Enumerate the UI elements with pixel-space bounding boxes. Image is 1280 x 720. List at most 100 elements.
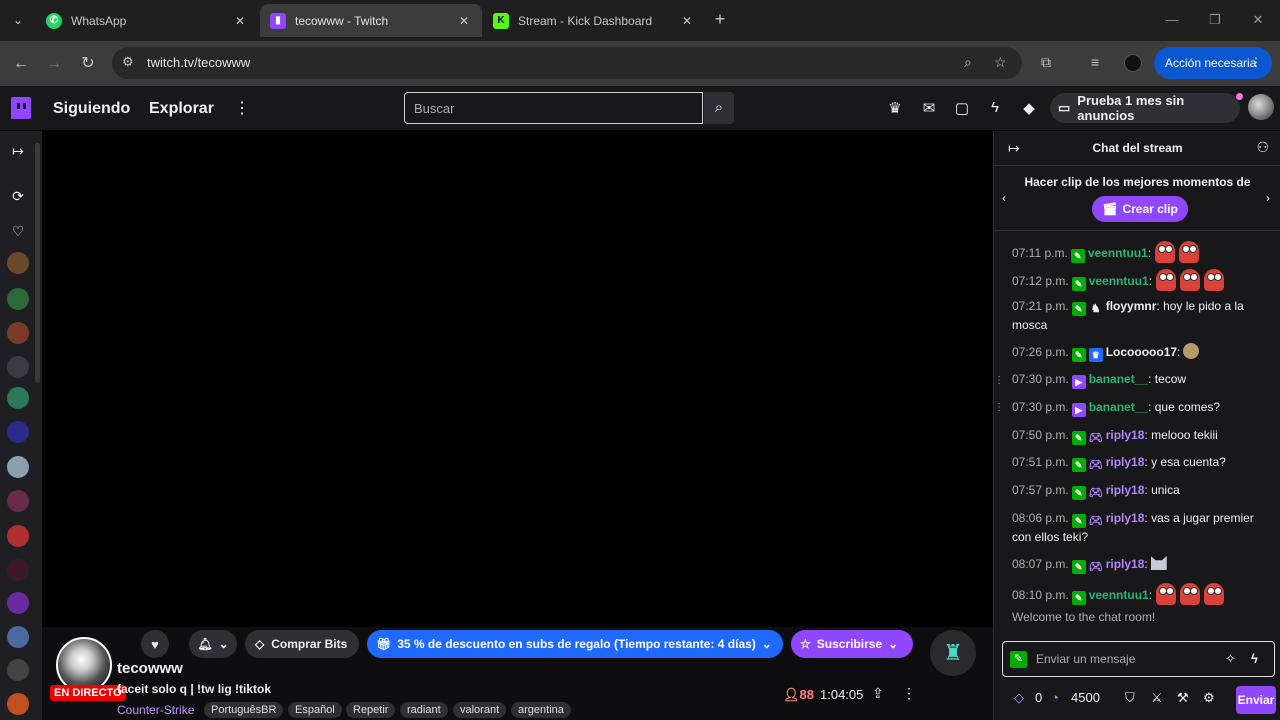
- tab-search-icon[interactable]: ⌄: [8, 10, 28, 30]
- chat-username[interactable]: veenntuu1: [1089, 274, 1149, 288]
- chat-username[interactable]: riply18: [1106, 455, 1145, 469]
- activity-icon[interactable]: ϟ: [1251, 651, 1258, 666]
- subscribe-button[interactable]: ☆ Suscribirse ⌄: [791, 630, 913, 658]
- channel-points-icon[interactable]: ◔: [1051, 690, 1059, 705]
- channel-avatar[interactable]: [7, 456, 29, 478]
- tag[interactable]: valorant: [453, 702, 507, 718]
- sidebar-scrollbar[interactable]: [35, 143, 40, 383]
- channel-avatar[interactable]: [7, 252, 29, 274]
- channel-avatar[interactable]: [7, 387, 29, 409]
- tab-whatsapp[interactable]: ✆ WhatsApp ✕: [36, 4, 258, 37]
- back-icon[interactable]: ←: [10, 53, 32, 75]
- chevron-left-icon[interactable]: ‹: [1002, 191, 1006, 205]
- drag-handle-icon[interactable]: ⋮: [994, 402, 1004, 413]
- following-heart-icon[interactable]: ♡: [9, 223, 27, 241]
- chat-username[interactable]: riply18: [1106, 557, 1145, 571]
- channel-avatar[interactable]: [7, 592, 29, 614]
- bookmark-star-icon[interactable]: ☆: [994, 54, 1007, 71]
- media-control-icon[interactable]: ≡: [1091, 54, 1099, 70]
- new-tab-button[interactable]: +: [710, 9, 730, 31]
- close-icon[interactable]: ✕: [456, 14, 472, 28]
- mod-tools-icon[interactable]: ⚒: [1177, 690, 1189, 706]
- bits-icon[interactable]: ◇: [1014, 690, 1024, 706]
- chat-username[interactable]: Locooooo17: [1106, 345, 1177, 359]
- nav-following[interactable]: Siguiendo: [53, 100, 130, 118]
- chat-username[interactable]: veenntuu1: [1089, 588, 1149, 602]
- more-options-icon[interactable]: ⋮: [902, 685, 916, 702]
- bits-icon[interactable]: ◆: [1019, 99, 1039, 117]
- shield-icon[interactable]: ⛉: [1125, 690, 1135, 706]
- channel-avatar[interactable]: [7, 356, 29, 378]
- video-player[interactable]: [42, 131, 993, 627]
- site-info-icon[interactable]: ⚙: [122, 54, 134, 70]
- share-icon[interactable]: ⇪: [872, 685, 884, 702]
- restore-icon[interactable]: ❐: [1207, 12, 1223, 28]
- tag[interactable]: PortuguêsBR: [204, 702, 284, 718]
- nav-browse[interactable]: Explorar: [149, 100, 214, 118]
- chat-username[interactable]: veenntuu1: [1088, 246, 1148, 260]
- chat-settings-icon[interactable]: ✧: [1225, 651, 1236, 667]
- minimize-icon[interactable]: —: [1164, 12, 1180, 27]
- close-icon[interactable]: ✕: [232, 14, 248, 28]
- chat-username[interactable]: riply18: [1106, 511, 1145, 525]
- more-options-icon[interactable]: ⋮: [234, 98, 250, 118]
- chat-username[interactable]: floyymnr: [1106, 299, 1157, 313]
- notifications-icon[interactable]: ▢: [952, 99, 972, 117]
- channel-avatar[interactable]: [7, 525, 29, 547]
- tab-twitch[interactable]: ▮ tecowww - Twitch ✕: [260, 4, 482, 37]
- zoom-icon[interactable]: ⌕: [964, 54, 972, 71]
- channel-name[interactable]: tecowww: [117, 660, 183, 677]
- ad-free-button[interactable]: ▭ Prueba 1 mes sin anuncios: [1050, 93, 1240, 123]
- channel-avatar[interactable]: [7, 626, 29, 648]
- chat-username[interactable]: riply18: [1106, 428, 1145, 442]
- gear-icon[interactable]: ⚙: [1203, 690, 1215, 706]
- url-bar[interactable]: ⚙ twitch.tv/tecowww ⌕ ☆: [112, 47, 1022, 79]
- forward-icon[interactable]: →: [43, 53, 65, 75]
- follow-button[interactable]: ♥: [141, 630, 169, 658]
- browser-profile-icon[interactable]: [1124, 54, 1142, 72]
- channel-avatar[interactable]: [7, 288, 29, 310]
- inbox-icon[interactable]: ✉: [919, 99, 939, 117]
- user-avatar[interactable]: [1248, 94, 1274, 120]
- action-needed-button[interactable]: Acción necesaria ⋮: [1154, 47, 1272, 79]
- create-clip-button[interactable]: 🎬︎ Crear clip: [1092, 196, 1188, 222]
- send-button[interactable]: Enviar: [1236, 686, 1276, 714]
- channel-avatar[interactable]: [7, 559, 29, 581]
- tag[interactable]: radiant: [400, 702, 448, 718]
- chat-username[interactable]: bananet__: [1089, 400, 1148, 414]
- hype-emote-icon[interactable]: ♜: [930, 630, 976, 676]
- community-icon[interactable]: ⚇: [1256, 139, 1269, 156]
- tag[interactable]: argentina: [511, 702, 571, 718]
- close-icon[interactable]: ✕: [679, 14, 695, 28]
- window-close-icon[interactable]: ✕: [1250, 12, 1266, 28]
- buy-bits-button[interactable]: ◇ Comprar Bits: [245, 630, 359, 658]
- gift-sub-promo-button[interactable]: 🎁︎ 35 % de descuento en subs de regalo (…: [367, 630, 783, 658]
- channel-avatar[interactable]: [7, 693, 29, 715]
- browser-menu-icon[interactable]: ⋮: [1250, 55, 1262, 69]
- expand-sidebar-icon[interactable]: ↦: [9, 143, 27, 161]
- drag-handle-icon[interactable]: ⋮: [994, 375, 1004, 386]
- game-link[interactable]: Counter-Strike: [117, 703, 194, 717]
- tab-kick[interactable]: K Stream - Kick Dashboard ✕: [483, 4, 705, 37]
- chat-input[interactable]: ✎ Enviar un mensaje ✧ ϟ: [1002, 641, 1275, 677]
- extensions-icon[interactable]: ⧉: [1041, 54, 1051, 71]
- chat-username[interactable]: riply18: [1106, 483, 1145, 497]
- search-input[interactable]: Buscar: [404, 92, 703, 124]
- sword-icon[interactable]: ⚔: [1151, 690, 1163, 706]
- crown-icon[interactable]: ♛: [885, 99, 905, 117]
- channel-avatar[interactable]: [7, 322, 29, 344]
- activity-icon[interactable]: ϟ: [985, 99, 1005, 116]
- search-icon[interactable]: ⌕: [704, 92, 734, 124]
- chevron-right-icon[interactable]: ›: [1266, 191, 1270, 205]
- action-needed-label: Acción necesaria: [1165, 56, 1257, 70]
- reload-icon[interactable]: ↻: [77, 53, 99, 75]
- channel-avatar[interactable]: [7, 659, 29, 681]
- notifications-button[interactable]: 🔔︎ ⌄: [189, 630, 237, 658]
- channel-avatar[interactable]: [7, 421, 29, 443]
- tag[interactable]: Repetir: [346, 702, 396, 718]
- twitch-logo-icon[interactable]: [11, 97, 31, 119]
- recommended-icon[interactable]: ⟳: [9, 188, 27, 206]
- channel-avatar[interactable]: [7, 490, 29, 512]
- tag[interactable]: Español: [288, 702, 342, 718]
- chat-username[interactable]: bananet__: [1089, 372, 1148, 386]
